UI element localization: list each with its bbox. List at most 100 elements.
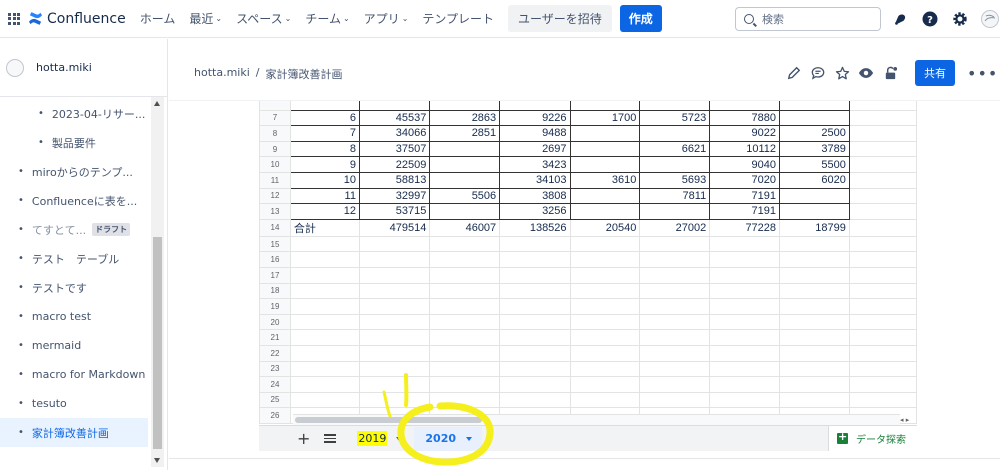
table-cell[interactable]: 6621 [639,140,711,158]
table-cell[interactable]: 53715 [358,203,431,220]
sidebar-item-test[interactable]: • テストです [0,273,148,302]
horizontal-scrollbar[interactable] [293,414,900,425]
row-header[interactable]: 24 [259,376,291,393]
scroll-down-icon[interactable] [154,458,160,463]
row-header[interactable]: 21 [259,329,291,346]
table-cell[interactable] [499,282,571,300]
table-cell[interactable]: 5500 [779,156,850,173]
table-cell[interactable] [848,187,917,205]
table-cell[interactable]: 32997 [358,187,431,205]
table-cell[interactable] [779,313,850,331]
table-cell[interactable]: 7020 [709,171,781,189]
table-cell[interactable] [429,376,501,393]
table-cell[interactable] [569,282,641,300]
table-cell[interactable] [848,360,917,378]
nav-templates[interactable]: テンプレート [422,10,494,27]
table-cell[interactable] [848,251,917,268]
scrollbar-thumb[interactable] [153,237,162,449]
table-cell[interactable] [358,376,431,393]
row-header[interactable]: 23 [259,360,291,378]
table-cell[interactable] [848,235,917,253]
row-header[interactable]: 19 [259,298,291,315]
table-cell[interactable]: 3808 [499,187,571,205]
watch-icon[interactable] [857,62,875,84]
table-cell[interactable] [639,266,711,284]
table-cell[interactable] [848,313,917,331]
nav-recent[interactable]: 最近 ⌄ [189,10,222,27]
nav-teams[interactable]: チーム ⌄ [305,10,349,27]
row-header[interactable]: 26 [259,407,291,424]
table-cell[interactable]: 9 [289,156,360,173]
table-cell[interactable]: 1700 [569,109,641,127]
table-cell[interactable] [639,203,711,220]
table-cell[interactable]: 20540 [569,218,641,237]
table-cell[interactable]: 3423 [499,156,571,173]
row-header[interactable]: 12 [259,187,291,205]
table-cell[interactable]: 9226 [499,109,571,127]
sidebar-item-test-table[interactable]: • テスト テーブル [0,244,148,273]
table-cell[interactable] [639,282,711,300]
table-cell[interactable] [289,391,360,409]
table-cell[interactable] [429,140,501,158]
table-cell[interactable] [639,251,711,268]
restrictions-icon[interactable] [881,62,899,84]
table-cell[interactable] [709,329,781,346]
table-cell[interactable] [358,251,431,268]
table-cell[interactable] [848,266,917,284]
star-icon[interactable] [833,62,851,84]
table-cell[interactable] [779,203,850,220]
table-cell[interactable] [569,101,641,111]
table-cell[interactable]: 3610 [569,171,641,189]
table-cell[interactable]: 2863 [429,109,501,127]
table-cell[interactable]: 9040 [709,156,781,173]
table-cell[interactable] [429,298,501,315]
all-sheets-menu-icon[interactable] [324,434,337,443]
sidebar-item-tesuto[interactable]: • tesuto [0,389,148,418]
table-cell[interactable]: 6 [289,109,360,127]
table-cell[interactable] [848,203,917,220]
table-cell[interactable] [709,360,781,378]
table-cell[interactable]: 138526 [499,218,571,237]
table-cell[interactable] [358,391,431,409]
table-cell[interactable] [569,329,641,346]
table-cell[interactable] [709,282,781,300]
table-cell[interactable]: 45537 [358,109,431,127]
table-cell[interactable] [848,140,917,158]
spreadsheet-grid[interactable]: 7 6 45537 2863 9226 1700 5723 7880 8 7 34066 2851 94… [259,101,917,425]
edit-icon[interactable] [785,62,803,84]
table-cell[interactable] [709,391,781,409]
table-cell[interactable]: 10 [289,171,360,189]
table-cell[interactable] [569,235,641,253]
table-cell[interactable] [429,251,501,268]
nav-apps[interactable]: アプリ ⌄ [364,10,409,27]
table-cell[interactable] [429,203,501,220]
table-cell[interactable]: 9022 [709,125,781,142]
sidebar-item-budget-plan[interactable]: • 家計簿改善計画 [0,418,148,447]
table-cell[interactable] [848,218,917,237]
table-cell[interactable] [639,101,711,111]
table-cell[interactable]: 2500 [779,125,850,142]
table-cell[interactable] [289,313,360,331]
table-cell[interactable] [709,298,781,315]
table-cell[interactable] [779,251,850,268]
table-cell[interactable]: 6020 [779,171,850,189]
sidebar-item-research[interactable]: • 2023-04-リサー... [0,99,148,128]
table-cell[interactable] [639,376,711,393]
table-cell[interactable] [709,266,781,284]
table-cell[interactable] [779,298,850,315]
sidebar-item-product-requirements[interactable]: • 製品要件 [0,128,148,157]
explore-button[interactable]: データ探索 [828,425,917,451]
table-cell[interactable] [358,329,431,346]
table-cell[interactable] [499,101,571,111]
table-cell[interactable]: 7811 [639,187,711,205]
table-cell[interactable]: 479514 [358,218,431,237]
table-cell[interactable] [848,109,917,127]
chevron-down-icon[interactable] [466,436,473,441]
table-cell[interactable] [289,101,360,111]
sidebar-scrollbar[interactable] [151,97,164,467]
table-cell[interactable] [848,125,917,142]
table-cell[interactable] [848,101,917,111]
table-cell[interactable] [569,251,641,268]
table-cell[interactable] [358,282,431,300]
table-cell[interactable] [429,391,501,409]
